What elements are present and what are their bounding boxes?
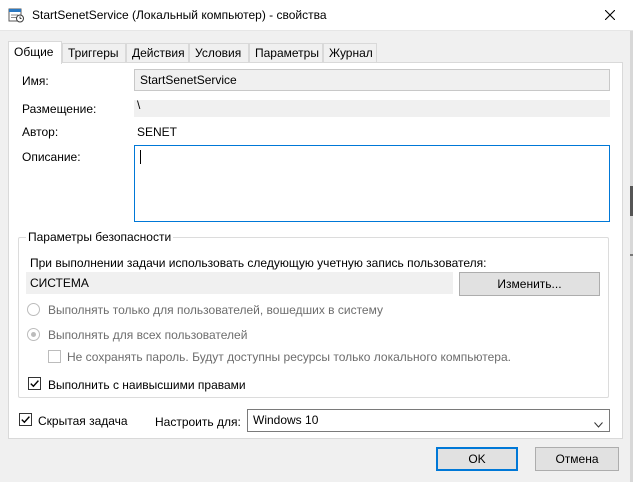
highest-privileges-label: Выполнить с наивысшими правами [48, 378, 246, 392]
tab-settings[interactable]: Параметры [249, 43, 323, 63]
text-caret [140, 150, 141, 164]
location-field [134, 100, 610, 117]
description-label: Описание: [22, 150, 81, 164]
cancel-button[interactable]: Отмена [535, 447, 619, 471]
task-scheduler-icon [8, 7, 24, 23]
tab-triggers[interactable]: Триггеры [62, 43, 126, 63]
change-user-button[interactable]: Изменить... [459, 272, 600, 296]
name-label: Имя: [22, 74, 49, 88]
author-value: SENET [137, 125, 178, 139]
no-store-password-label: Не сохранять пароль. Будут доступны ресу… [67, 350, 511, 364]
radio-all-users-label: Выполнять для всех пользователей [48, 328, 248, 342]
close-icon [604, 9, 616, 23]
tab-history[interactable]: Журнал [323, 43, 377, 63]
tab-general[interactable]: Общие [8, 41, 62, 64]
ok-button[interactable]: OK [436, 447, 518, 471]
configure-for-select[interactable]: Windows 10 [247, 409, 610, 432]
location-label: Размещение: [22, 102, 97, 116]
chevron-down-icon [594, 417, 603, 428]
hidden-task-label: Скрытая задача [38, 414, 128, 428]
name-field[interactable]: StartSenetService [134, 69, 610, 91]
location-value: \ [137, 98, 141, 112]
description-field[interactable] [134, 145, 610, 222]
highest-privileges-checkbox[interactable] [28, 377, 41, 390]
close-button[interactable] [587, 0, 633, 31]
account-prompt: При выполнении задачи использовать следу… [30, 256, 487, 270]
author-label: Автор: [22, 125, 59, 139]
radio-logged-on-only[interactable] [27, 303, 40, 316]
hidden-task-checkbox[interactable] [19, 413, 32, 426]
window-title: StartSenetService (Локальный компьютер) … [32, 8, 327, 22]
title-bar: StartSenetService (Локальный компьютер) … [0, 0, 633, 31]
no-store-password-checkbox[interactable] [48, 350, 61, 363]
radio-all-users[interactable] [27, 328, 40, 341]
configure-for-label: Настроить для: [155, 415, 241, 429]
tab-conditions[interactable]: Условия [189, 43, 249, 63]
radio-logged-on-label: Выполнять только для пользователей, воше… [48, 303, 383, 317]
user-account-field: СИСТЕМА [26, 272, 453, 294]
tab-actions[interactable]: Действия [126, 43, 189, 63]
security-group-title: Параметры безопасности [26, 230, 174, 244]
configure-for-value: Windows 10 [253, 413, 319, 427]
